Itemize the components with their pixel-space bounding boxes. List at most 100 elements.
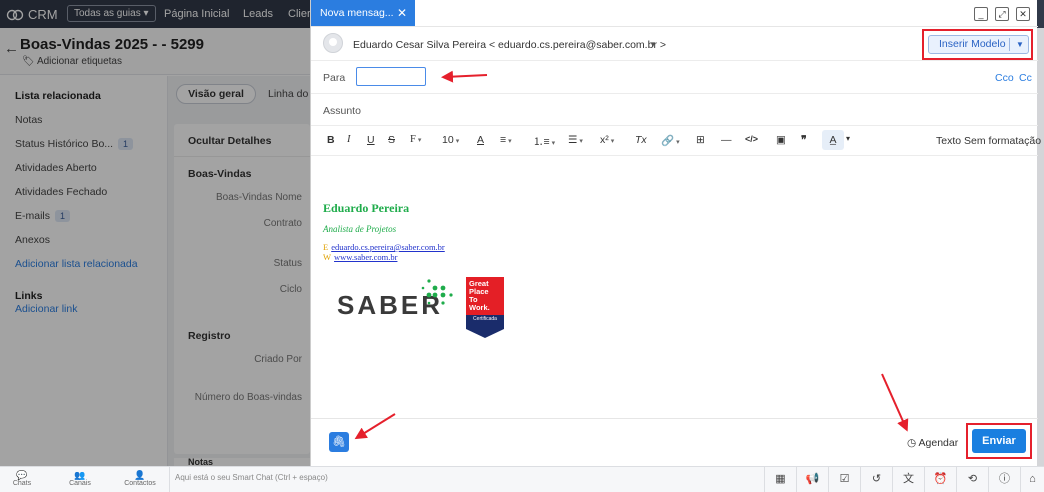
- help-icon[interactable]: ⓘ: [988, 467, 1020, 492]
- italic-button[interactable]: I: [347, 134, 351, 145]
- contact-icon: 👤: [134, 470, 146, 480]
- channels-button[interactable]: 👥 Canais: [60, 470, 100, 487]
- font-size-dropdown[interactable]: 10 ▾: [442, 134, 459, 146]
- horizontal-rule-icon[interactable]: —: [721, 134, 732, 146]
- clear-format-button[interactable]: Tx: [635, 134, 647, 146]
- modal-backdrop: [0, 0, 310, 466]
- chevron-down-icon[interactable]: ▼: [1016, 36, 1024, 53]
- gptw-certified: Certificada: [473, 316, 497, 322]
- chevron-down-icon[interactable]: ▼: [649, 40, 657, 49]
- saber-logo-dots-icon: [421, 279, 453, 305]
- cc-link[interactable]: Cc: [1019, 72, 1032, 84]
- schedule-button[interactable]: ◷ Agendar: [907, 437, 958, 449]
- numbered-list-dropdown[interactable]: ⒈≡ ▾: [533, 134, 555, 149]
- quote-button[interactable]: ❞: [801, 134, 807, 146]
- chevron-down-icon: ▾: [508, 138, 512, 145]
- contacts-label: Contactos: [124, 480, 156, 487]
- align-dropdown[interactable]: ≡ ▾: [500, 134, 512, 146]
- compose-tab-title: Nova mensag...: [320, 7, 394, 19]
- chat-icon: 💬: [16, 470, 28, 480]
- close-icon[interactable]: ✕: [397, 0, 407, 26]
- close-window-icon[interactable]: ✕: [1016, 7, 1030, 21]
- spellcheck-icon[interactable]: A̲: [822, 130, 844, 150]
- clock-icon: ◷: [907, 437, 917, 449]
- gptw-line: Work.: [469, 303, 490, 312]
- insert-template-label: Inserir Modelo: [939, 38, 1006, 50]
- superscript-dropdown[interactable]: x² ▾: [600, 134, 614, 146]
- to-input[interactable]: [356, 67, 426, 86]
- minimize-icon[interactable]: _: [974, 7, 988, 21]
- formatting-toolbar: B I U S F ▾ 10 ▾ A ≡ ▾ ⒈≡ ▾ ☰ ▾ x² ▾ Tx 🔗 ▾ ⊞ —…: [311, 126, 1041, 156]
- chats-label: Chats: [12, 480, 32, 487]
- chevron-down-icon: ▾: [579, 138, 583, 145]
- email-key: E: [323, 242, 329, 252]
- font-size-label: 10: [442, 134, 454, 146]
- link-icon: 🔗: [661, 135, 675, 147]
- signature-email-line: Eeduardo.cs.pereira@saber.com.br: [323, 242, 445, 252]
- signature-email-link[interactable]: eduardo.cs.pereira@saber.com.br: [331, 242, 445, 252]
- chevron-down-icon: ▾: [676, 139, 680, 146]
- attachment-button[interactable]: 🖇: [329, 432, 349, 452]
- smart-chat-placeholder: Aqui está o seu Smart Chat (Ctrl + espaç…: [175, 473, 328, 482]
- paperclip-icon: 🖇: [332, 436, 346, 448]
- checkbox-icon[interactable]: ☑: [828, 467, 860, 492]
- to-row: Para Cco Cc: [311, 61, 1038, 94]
- to-label: Para: [323, 72, 346, 84]
- plain-text-label: Sem formatação: [964, 135, 1042, 147]
- great-place-to-work-badge: Great Place To Work. Certificada: [466, 277, 504, 338]
- code-button[interactable]: </>: [745, 134, 758, 144]
- avatar: [323, 33, 343, 53]
- indent-icon: ☰: [568, 134, 578, 146]
- font-family-label: F: [410, 134, 416, 145]
- signature-web-line: Wwww.saber.com.br: [323, 252, 397, 262]
- numbered-list-icon: ⒈≡: [533, 136, 550, 148]
- align-icon: ≡: [500, 134, 507, 146]
- underline-button[interactable]: U: [367, 134, 375, 146]
- insert-template-button[interactable]: Inserir Modelo ▼: [928, 35, 1029, 54]
- bcc-link[interactable]: Cco: [995, 72, 1014, 84]
- gptw-text: Great Place To Work.: [469, 280, 490, 312]
- chevron-down-icon: ▾: [417, 136, 422, 144]
- signature-name: Eduardo Pereira: [323, 201, 410, 215]
- megaphone-icon[interactable]: 📢: [796, 467, 828, 492]
- alarm-icon[interactable]: ⏰: [924, 467, 956, 492]
- bold-button[interactable]: B: [327, 134, 335, 146]
- text-color-button[interactable]: A: [477, 134, 484, 146]
- image-icon[interactable]: ▣: [776, 134, 786, 146]
- channels-label: Canais: [69, 480, 91, 487]
- chats-button[interactable]: 💬 Chats: [2, 470, 42, 487]
- divider: [1009, 38, 1010, 51]
- subject-row[interactable]: Assunto: [311, 94, 1038, 126]
- recent-icon[interactable]: ↺: [860, 467, 892, 492]
- apps-icon[interactable]: ⌂: [1020, 467, 1044, 492]
- channels-icon: 👥: [74, 470, 86, 480]
- send-button[interactable]: Enviar: [972, 429, 1026, 453]
- divider: [311, 418, 1038, 419]
- expand-icon[interactable]: ⤢: [995, 7, 1009, 21]
- calendar-icon[interactable]: ▦: [764, 467, 796, 492]
- compose-tab[interactable]: Nova mensag... ✕: [311, 0, 415, 26]
- background-strip: [1037, 28, 1044, 466]
- bottom-bar: 💬 Chats 👥 Canais 👤 Contactos Aqui está o se…: [0, 466, 1044, 492]
- strikethrough-button[interactable]: S: [388, 134, 395, 146]
- from-address[interactable]: Eduardo Cesar Silva Pereira < eduardo.cs…: [353, 39, 666, 51]
- table-icon[interactable]: ⊞: [696, 134, 705, 146]
- chevron-down-icon: ▾: [455, 138, 460, 145]
- chevron-down-icon[interactable]: ▾: [846, 134, 850, 143]
- indent-dropdown[interactable]: ☰ ▾: [568, 134, 583, 146]
- compose-email-dialog: Nova mensag... ✕ _ ⤢ ✕ Eduardo Cesar Sil…: [310, 0, 1041, 466]
- chevron-down-icon: ▾: [551, 140, 556, 147]
- web-key: W: [323, 252, 332, 262]
- font-family-dropdown[interactable]: F ▾: [410, 134, 421, 145]
- smart-chat-input[interactable]: Aqui está o seu Smart Chat (Ctrl + espaç…: [169, 467, 763, 492]
- schedule-label: Agendar: [918, 437, 959, 449]
- history-icon[interactable]: ⟲: [956, 467, 988, 492]
- subject-label: Assunto: [323, 105, 361, 117]
- link-dropdown[interactable]: 🔗 ▾: [661, 134, 680, 147]
- plain-text-toggle[interactable]: Texto Sem formatação: [936, 135, 1041, 147]
- chevron-down-icon: ▾: [610, 138, 615, 145]
- translate-icon[interactable]: 文: [892, 467, 924, 492]
- signature-web-link[interactable]: www.saber.com.br: [334, 252, 397, 262]
- superscript-label: x²: [600, 134, 609, 146]
- contacts-button[interactable]: 👤 Contactos: [120, 470, 160, 487]
